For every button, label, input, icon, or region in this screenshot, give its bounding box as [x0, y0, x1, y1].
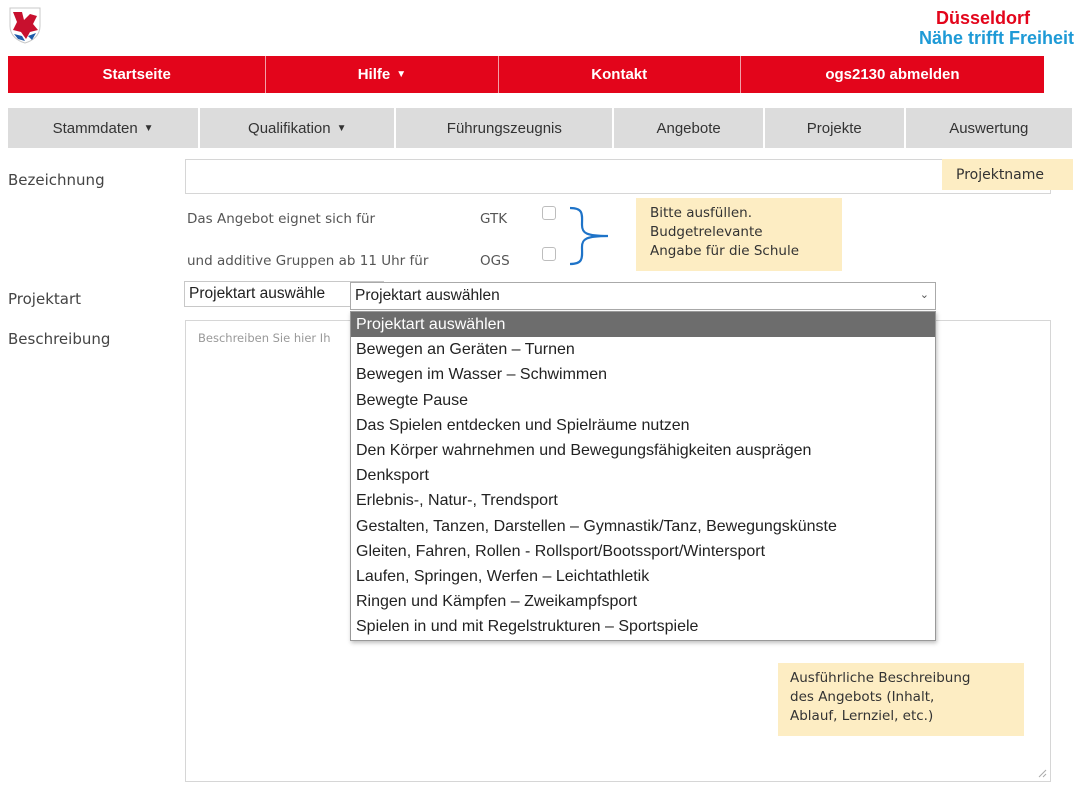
- projektname-tooltip: Projektname: [942, 159, 1073, 190]
- nav-startseite[interactable]: Startseite: [8, 56, 267, 93]
- bezeichnung-label: Bezeichnung: [8, 171, 105, 189]
- nav-hilfe[interactable]: Hilfe ▼: [266, 56, 499, 93]
- subnav-label: Angebote: [656, 119, 721, 137]
- subnav-qualifikation[interactable]: Qualifikation ▼: [200, 108, 397, 148]
- dropdown-option[interactable]: Erlebnis-, Natur-, Trendsport: [351, 488, 935, 513]
- chevron-down-icon: ⌄: [919, 289, 929, 301]
- brand-slogan: Nähe trifft Freiheit: [918, 28, 1074, 48]
- dropdown-option[interactable]: Denksport: [351, 463, 935, 488]
- sub-navigation: Stammdaten ▼ Qualifikation ▼ Führungszeugn…: [8, 108, 1072, 148]
- tooltip-line: Bitte ausfüllen.: [650, 205, 753, 221]
- bezeichnung-input[interactable]: [185, 159, 1051, 194]
- dropdown-option[interactable]: Das Spielen entdecken und Spielräume nut…: [351, 413, 935, 438]
- additiv-text: und additive Gruppen ab 11 Uhr für: [187, 253, 429, 269]
- tooltip-line: des Angebots (Inhalt,: [790, 689, 935, 705]
- dropdown-option[interactable]: Ringen und Kämpfen – Zweikampfsport: [351, 589, 935, 614]
- curly-brace-icon: [569, 206, 609, 266]
- dropdown-option[interactable]: Bewegte Pause: [351, 388, 935, 413]
- dropdown-option[interactable]: Bewegen an Geräten – Turnen: [351, 337, 935, 362]
- caret-down-icon: ▼: [336, 122, 347, 134]
- top-navigation: Startseite Hilfe ▼ Kontakt ogs2130 abmeld…: [8, 56, 1044, 93]
- caret-down-icon: ▼: [396, 69, 407, 80]
- tooltip-line: Budgetrelevante: [650, 224, 763, 240]
- projektart-dropdown-list: Projektart auswählen Bewegen an Geräten …: [350, 311, 936, 641]
- gtk-label: GTK: [480, 211, 508, 227]
- subnav-label: Qualifikation: [248, 119, 331, 137]
- tooltip-line: Ablauf, Lernziel, etc.): [790, 708, 934, 724]
- beschreibung-tooltip: Ausführliche Beschreibung des Angebots (…: [778, 663, 1024, 736]
- budget-tooltip: Bitte ausfüllen. Budgetrelevante Angabe …: [636, 198, 842, 271]
- nav-label: Kontakt: [591, 66, 648, 83]
- dropdown-option[interactable]: Gleiten, Fahren, Rollen - Rollsport/Boot…: [351, 539, 935, 564]
- eignung-text: Das Angebot eignet sich für: [187, 211, 376, 227]
- ogs-label: OGS: [480, 253, 510, 269]
- subnav-label: Führungszeugnis: [446, 119, 562, 137]
- projektart-select-value: Projektart auswählen: [355, 287, 500, 304]
- duesseldorf-crest-icon: [9, 7, 41, 44]
- subnav-projekte[interactable]: Projekte: [765, 108, 906, 148]
- resize-handle-icon[interactable]: [1037, 768, 1047, 778]
- gtk-checkbox[interactable]: [542, 206, 556, 220]
- beschreibung-label: Beschreibung: [8, 330, 111, 348]
- dropdown-option[interactable]: Projektart auswählen: [351, 312, 935, 338]
- nav-kontakt[interactable]: Kontakt: [499, 56, 741, 93]
- subnav-fuehrungszeugnis[interactable]: Führungszeugnis: [396, 108, 615, 148]
- tooltip-line: Ausführliche Beschreibung: [790, 670, 971, 686]
- subnav-auswertung[interactable]: Auswertung: [906, 108, 1072, 148]
- projektart-label: Projektart: [8, 290, 82, 308]
- nav-logout[interactable]: ogs2130 abmelden: [741, 56, 1044, 93]
- dropdown-option[interactable]: Gestalten, Tanzen, Darstellen – Gymnasti…: [351, 514, 935, 539]
- dropdown-option[interactable]: Bewegen im Wasser – Schwimmen: [351, 362, 935, 387]
- brand-title: Düsseldorf: [935, 8, 1030, 28]
- subnav-stammdaten[interactable]: Stammdaten ▼: [8, 108, 201, 148]
- caret-down-icon: ▼: [143, 122, 154, 134]
- dropdown-option[interactable]: Den Körper wahrnehmen und Bewegungsfähig…: [351, 438, 935, 463]
- subnav-angebote[interactable]: Angebote: [614, 108, 765, 148]
- projektart-select[interactable]: Projektart auswählen ⌄: [350, 282, 936, 310]
- nav-label: Hilfe: [357, 66, 391, 83]
- dropdown-option[interactable]: Laufen, Springen, Werfen – Leichtathleti…: [351, 564, 935, 589]
- nav-label: ogs2130 abmelden: [825, 66, 960, 83]
- nav-label: Startseite: [102, 66, 171, 83]
- ogs-checkbox[interactable]: [542, 247, 556, 261]
- subnav-label: Projekte: [806, 119, 862, 137]
- subnav-label: Stammdaten: [52, 119, 138, 137]
- dropdown-option[interactable]: Spielen in und mit Regelstrukturen – Spo…: [351, 614, 935, 639]
- subnav-label: Auswertung: [949, 119, 1029, 137]
- beschreibung-placeholder: Beschreiben Sie hier Ih: [198, 331, 331, 345]
- tooltip-line: Angabe für die Schule: [650, 243, 800, 259]
